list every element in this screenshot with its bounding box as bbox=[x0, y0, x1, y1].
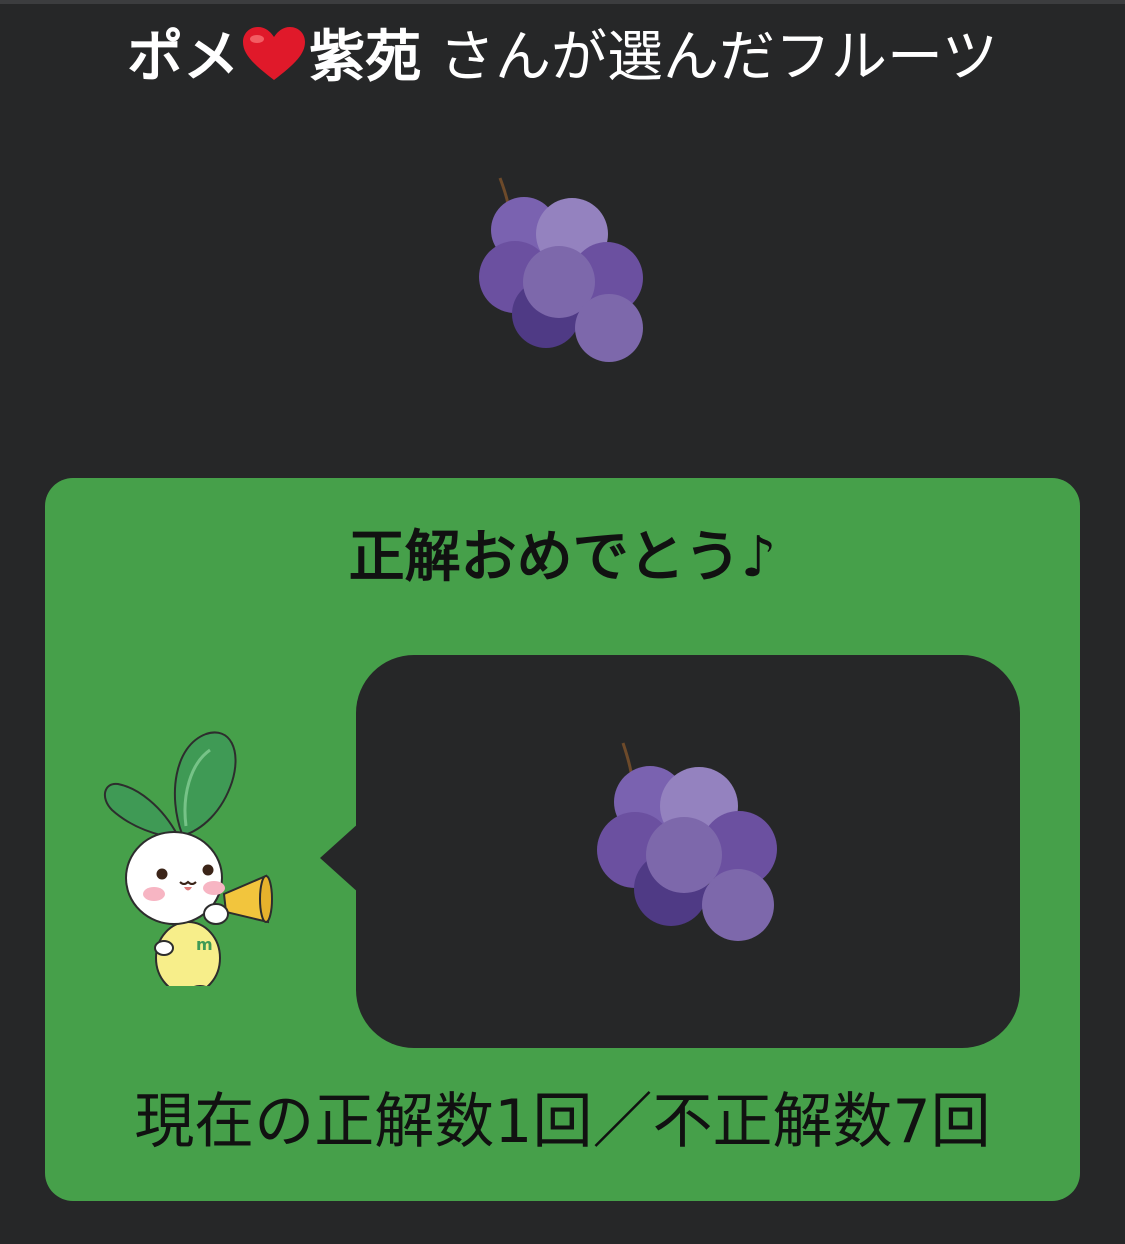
grapes-icon bbox=[479, 177, 643, 362]
svg-text:m: m bbox=[196, 935, 213, 954]
heart-icon bbox=[243, 27, 306, 80]
grapes-icon bbox=[597, 742, 777, 941]
mascot-rabbit-icon: m bbox=[103, 731, 273, 986]
top-divider bbox=[0, 0, 1125, 4]
user-name-suffix: 紫苑 bbox=[309, 25, 422, 90]
user-name-prefix: ポメ bbox=[127, 25, 240, 90]
title-text: さんが選んだフルーツ bbox=[421, 25, 998, 90]
page-title: ポメ 紫苑 さんが選んだフルーツ bbox=[0, 18, 1125, 98]
score-text: 現在の正解数1回／不正解数7回 bbox=[134, 1087, 991, 1157]
result-message: 正解おめでとう♪ bbox=[348, 525, 777, 590]
speech-bubble-tail bbox=[320, 822, 360, 894]
